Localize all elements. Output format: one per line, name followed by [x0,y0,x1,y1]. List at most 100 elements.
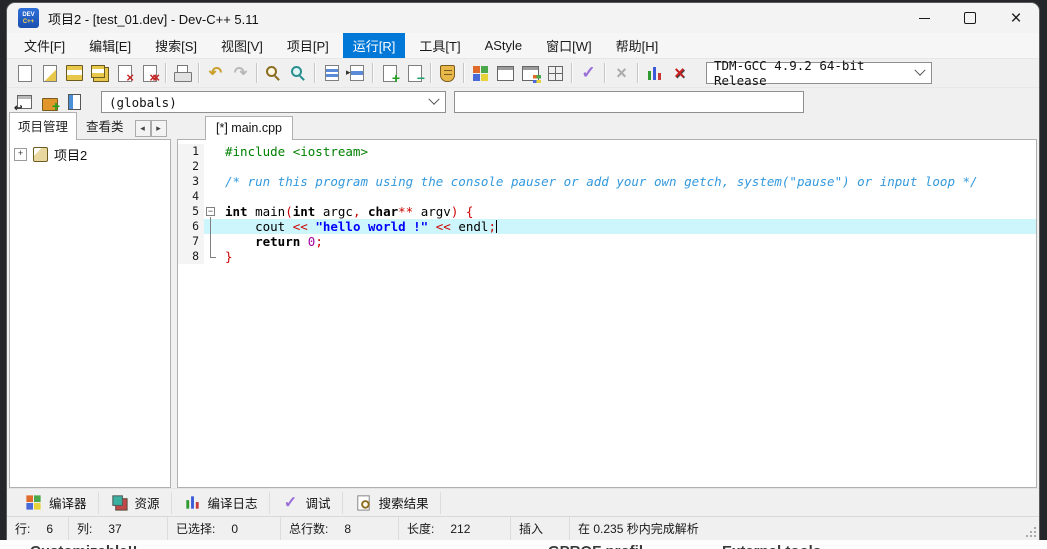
code-line[interactable]: 3/* run this program using the console p… [178,174,1036,189]
show-unit-icon[interactable] [62,90,87,114]
panel-tab[interactable]: 查看类 [77,112,133,139]
run-icon[interactable] [493,61,518,85]
remove-from-project-icon[interactable] [402,61,427,85]
line-number[interactable]: 7 [178,234,204,249]
code-text: #include <iostream> [217,144,1036,159]
code-token: ; [315,234,323,249]
new-file-icon[interactable] [12,61,37,85]
open-file-icon[interactable] [37,61,62,85]
line-number[interactable]: 1 [178,144,204,159]
toolbar-separator [430,63,432,83]
code-editor[interactable]: 1 #include <iostream> 23/* run this progra… [177,139,1037,488]
code-token: ; [488,219,496,234]
line-number[interactable]: 2 [178,159,204,174]
compile-icon[interactable] [468,61,493,85]
profile-analysis-icon[interactable] [642,61,667,85]
tree-item-label: 项目2 [54,145,87,164]
resize-grip[interactable] [1026,527,1036,537]
print-icon[interactable] [170,61,195,85]
code-line[interactable]: 1 #include <iostream> [178,144,1036,159]
line-number[interactable]: 4 [178,189,204,204]
add-to-project-icon[interactable] [377,61,402,85]
globals-select[interactable]: (globals) [101,91,446,113]
main-area: 项目管理查看类◂▸ +项目2 [*] main.cpp 1#include <i… [7,116,1039,488]
chevron-down-icon [914,65,925,76]
menu-item[interactable]: 帮助[H] [606,33,669,58]
panel-tab[interactable]: 项目管理 [9,112,77,140]
maximize-button[interactable] [947,3,993,33]
redo-icon[interactable] [228,61,253,85]
fold-toggle-icon[interactable]: − [206,207,215,216]
new-class-icon[interactable] [37,90,62,114]
find-icon[interactable] [261,61,286,85]
syntax-check-icon[interactable] [576,61,601,85]
line-number[interactable]: 6 [178,219,204,234]
expand-icon[interactable]: + [14,148,27,161]
debug-tab[interactable]: 调试 [270,492,343,514]
close-file-icon[interactable] [112,61,137,85]
line-number[interactable]: 8 [178,249,204,264]
search-results-tab[interactable]: 搜索结果 [343,492,441,514]
goto-line-icon[interactable] [319,61,344,85]
code-token: #include <iostream> [225,144,368,159]
menu-item[interactable]: AStyle [475,35,533,56]
abort-compilation-icon[interactable] [609,61,634,85]
compile-log-tab[interactable]: 编译日志 [172,492,270,514]
code-line[interactable]: 7 return 0; [178,234,1036,249]
editor-tab-bar: [*] main.cpp [177,116,1037,139]
undo-icon[interactable] [203,61,228,85]
status-value: 212 [450,522,470,536]
code-token: endl [451,219,489,234]
compiler-tab[interactable]: 编译器 [13,492,99,514]
scroll-left-icon[interactable]: ◂ [135,120,151,137]
rebuild-all-icon[interactable] [543,61,568,85]
project-properties-icon[interactable] [435,61,460,85]
scroll-right-icon[interactable]: ▸ [151,120,167,137]
line-number[interactable]: 3 [178,174,204,189]
search-results-tab-icon [354,493,372,511]
code-line[interactable]: 2 [178,159,1036,174]
project-tree-panel[interactable]: + 项目2 [9,139,171,488]
debug-tab-label: 调试 [306,493,331,512]
editor-tab-main-cpp[interactable]: [*] main.cpp [205,116,293,140]
maximize-icon [964,12,976,24]
title-bar[interactable]: DEV C++ 项目2 - [test_01.dev] - Dev-C++ 5.… [7,3,1039,33]
code-line[interactable]: 6 cout << "hello world !" << endl; [178,219,1036,234]
goto-declaration-icon[interactable] [12,90,37,114]
close-button[interactable]: × [993,3,1039,33]
save-file-icon[interactable] [62,61,87,85]
close-all-icon[interactable] [137,61,162,85]
save-all-icon[interactable] [87,61,112,85]
code-token: char [368,204,398,219]
swap-header-source-icon[interactable] [344,61,369,85]
menu-item[interactable]: 视图[V] [211,33,273,58]
project-panel: 项目管理查看类◂▸ +项目2 [9,116,171,488]
menu-item[interactable]: 工具[T] [409,33,470,58]
menu-item[interactable]: 窗口[W] [536,33,602,58]
fold-column [204,189,217,204]
compile-and-run-icon[interactable] [518,61,543,85]
toolbar-main-icons [12,61,692,85]
code-line[interactable]: 5−int main(int argc, char** argv) { [178,204,1036,219]
members-select[interactable] [454,91,804,113]
project-icon [32,147,49,163]
minimize-button[interactable] [901,3,947,33]
fold-column [204,144,217,159]
code-token [300,234,308,249]
compiler-select[interactable]: TDM-GCC 4.9.2 64-bit Release [706,62,932,84]
tree-item-project[interactable]: + 项目2 [14,145,87,164]
menu-item[interactable]: 文件[F] [14,33,75,58]
code-line[interactable]: 4 [178,189,1036,204]
menu-item[interactable]: 搜索[S] [145,33,207,58]
menu-item[interactable]: 运行[R] [343,33,406,58]
app-icon-text-top: DEV [22,12,34,19]
line-number[interactable]: 5 [178,204,204,219]
code-line[interactable]: 8} [178,249,1036,264]
resources-tab[interactable]: 资源 [99,492,172,514]
menu-item[interactable]: 编辑[E] [79,33,141,58]
menu-item[interactable]: 项目[P] [277,33,339,58]
delete-profiling-icon[interactable] [667,61,692,85]
code-token [225,234,255,249]
code-token: { [466,204,474,219]
replace-icon[interactable] [286,61,311,85]
